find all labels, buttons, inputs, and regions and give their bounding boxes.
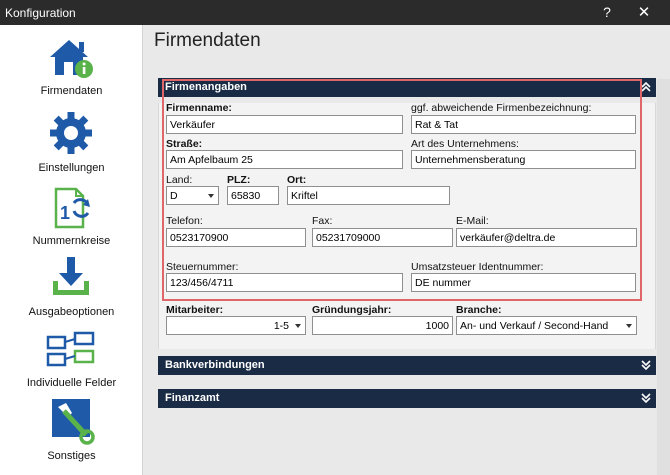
steuernummer-input[interactable]: 123/456/4711 xyxy=(166,273,403,292)
fax-input[interactable]: 05231709000 xyxy=(312,228,453,247)
scrollbar[interactable] xyxy=(657,79,670,475)
mitarbeiter-select[interactable]: 1-5 xyxy=(166,316,306,335)
sidebar-item-label: Individuelle Felder xyxy=(26,377,117,389)
plz-label: PLZ: xyxy=(227,174,251,186)
gear-icon xyxy=(50,112,92,154)
window-title: Konfiguration xyxy=(5,6,76,20)
steuernummer-label: Steuernummer: xyxy=(166,261,239,273)
ort-input[interactable]: Kriftel xyxy=(287,186,450,205)
dropdown-arrow-icon xyxy=(626,324,632,328)
ustid-label: Umsatzsteuer Identnummer: xyxy=(411,261,544,273)
abweichend-input[interactable]: Rat & Tat xyxy=(411,115,636,134)
download-icon xyxy=(53,257,89,295)
chevron-down-icon xyxy=(641,360,651,371)
abweichend-label: ggf. abweichende Firmenbezeichnung: xyxy=(411,102,592,114)
sidebar-item-label: Nummernkreise xyxy=(32,235,111,247)
panel-header-finanzamt[interactable]: Finanzamt xyxy=(158,389,656,408)
chevron-down-icon xyxy=(641,393,651,404)
gruendungsjahr-label: Gründungsjahr: xyxy=(312,304,392,316)
wrench-icon xyxy=(52,399,95,445)
dropdown-arrow-icon xyxy=(208,194,214,198)
sidebar-item-label: Sonstiges xyxy=(47,450,96,462)
branche-select[interactable]: An- und Verkauf / Second-Hand xyxy=(456,316,637,335)
gruendungsjahr-input[interactable]: 1000 xyxy=(312,316,453,335)
sidebar-item-label: Einstellungen xyxy=(38,162,105,174)
strasse-input[interactable]: Am Apfelbaum 25 xyxy=(166,150,403,169)
ort-label: Ort: xyxy=(287,174,307,186)
svg-text:1: 1 xyxy=(60,203,70,223)
sidebar-item-einstellungen[interactable]: Einstellungen xyxy=(0,110,143,180)
page-title: Firmendaten xyxy=(154,30,261,51)
sidebar-item-individuelle-felder[interactable]: Individuelle Felder xyxy=(0,327,143,397)
mitarbeiter-value: 1-5 xyxy=(273,320,289,332)
fax-label: Fax: xyxy=(312,215,333,227)
sidebar: Firmendaten Einstellungen 1 Nummernkreis… xyxy=(0,25,143,475)
panel-title: Bankverbindungen xyxy=(165,359,265,371)
email-input[interactable]: verkäufer@deltra.de xyxy=(456,228,637,247)
sidebar-item-label: Ausgabeoptionen xyxy=(28,306,115,318)
land-select[interactable]: D xyxy=(166,186,219,205)
dropdown-arrow-icon xyxy=(295,324,301,328)
sidebar-item-label: Firmendaten xyxy=(40,85,103,97)
sidebar-item-nummernkreise[interactable]: 1 Nummernkreise xyxy=(0,183,143,253)
art-input[interactable]: Unternehmensberatung xyxy=(411,150,636,169)
mitarbeiter-label: Mitarbeiter: xyxy=(166,304,224,316)
plz-input[interactable]: 65830 xyxy=(227,186,279,205)
panel-header-bankverbindungen[interactable]: Bankverbindungen xyxy=(158,356,656,375)
strasse-label: Straße: xyxy=(166,138,203,150)
email-label: E-Mail: xyxy=(456,215,489,227)
telefon-label: Telefon: xyxy=(166,215,203,227)
firmenname-label: Firmenname: xyxy=(166,102,232,114)
art-label: Art des Unternehmens: xyxy=(411,138,519,150)
sidebar-item-sonstiges[interactable]: Sonstiges xyxy=(0,399,143,469)
numbering-icon: 1 xyxy=(54,187,90,229)
sidebar-item-ausgabeoptionen[interactable]: Ausgabeoptionen xyxy=(0,255,143,325)
telefon-input[interactable]: 0523170900 xyxy=(166,228,306,247)
main-content: Firmendaten Firmenangaben Firmenname: Ve… xyxy=(144,25,670,475)
land-label: Land: xyxy=(166,174,193,186)
title-bar: Konfiguration ? ✕ xyxy=(0,0,670,25)
sidebar-item-firmendaten[interactable]: Firmendaten xyxy=(0,35,143,105)
ustid-input[interactable]: DE nummer xyxy=(411,273,636,292)
land-value: D xyxy=(170,190,178,202)
panel-title: Finanzamt xyxy=(165,392,220,404)
firmenname-input[interactable]: Verkäufer xyxy=(166,115,403,134)
close-button[interactable]: ✕ xyxy=(636,3,652,21)
home-info-icon xyxy=(50,40,93,78)
branche-value: An- und Verkauf / Second-Hand xyxy=(460,320,609,332)
branche-label: Branche: xyxy=(456,304,502,316)
custom-fields-icon xyxy=(46,331,95,367)
help-button[interactable]: ? xyxy=(600,4,614,20)
